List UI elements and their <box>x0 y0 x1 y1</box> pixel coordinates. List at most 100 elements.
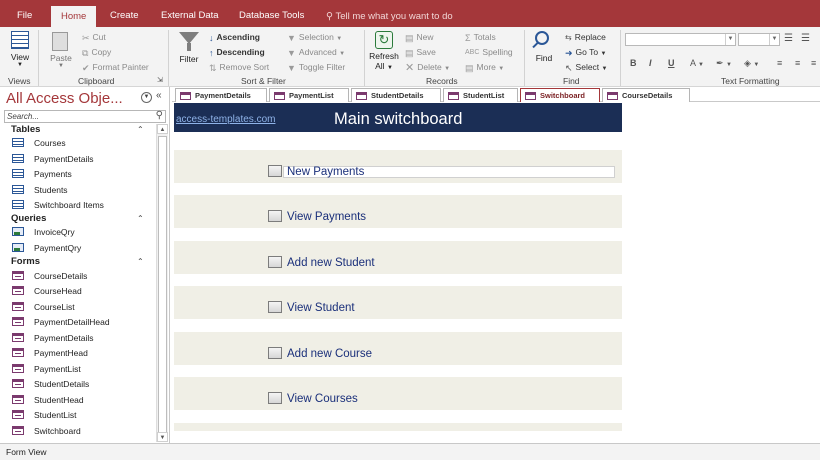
copy-button[interactable]: ⧉ Copy <box>82 45 111 59</box>
nav-item-table[interactable]: PaymentDetails <box>12 152 94 166</box>
tab-create[interactable]: Create <box>110 5 139 27</box>
save-label: Save <box>416 47 436 57</box>
font-name-combo[interactable]: ▼ <box>625 33 736 46</box>
switchboard-button[interactable] <box>268 301 282 313</box>
nav-item-form[interactable]: PaymentHead <box>12 346 88 360</box>
align-left-icon[interactable]: ≡ <box>777 58 782 68</box>
nav-item-table[interactable]: Switchboard Items <box>12 198 104 212</box>
nav-title[interactable]: All Access Obje... <box>6 90 123 107</box>
doc-tab-coursedetails[interactable]: CourseDetails <box>602 88 690 102</box>
nav-item-form[interactable]: StudentDetails <box>12 377 89 391</box>
doc-tab-paymentlist[interactable]: PaymentList <box>269 88 349 102</box>
nav-item-form[interactable]: PaymentList <box>12 362 81 376</box>
section-queries[interactable]: Queries <box>11 213 46 224</box>
goto-label: Go To <box>575 47 599 57</box>
switchboard-button[interactable] <box>268 256 282 268</box>
nav-search-input[interactable]: Search... ⚲ <box>4 110 166 123</box>
nav-item-label: Payments <box>34 169 72 179</box>
italic-button[interactable]: I <box>649 58 652 68</box>
selection-button[interactable]: ▼ Selection ▼ <box>287 30 342 44</box>
nav-item-query[interactable]: InvoiceQry <box>12 225 75 239</box>
tab-external-data[interactable]: External Data <box>161 5 219 27</box>
nav-item-form[interactable]: CourseDetails <box>12 269 87 283</box>
remove-sort-button[interactable]: ⇅ Remove Sort <box>209 60 269 74</box>
replace-button[interactable]: ⇆ Replace <box>565 30 606 44</box>
scroll-thumb[interactable] <box>158 136 167 436</box>
nav-item-form[interactable]: CourseHead <box>12 284 82 298</box>
tab-file[interactable]: File <box>17 5 32 27</box>
save-record-button[interactable]: ▤ Save <box>405 45 436 59</box>
delete-dropdown-arrow: ▼ <box>444 66 451 72</box>
numbering-icon[interactable]: ☰ <box>801 33 810 44</box>
tab-database-tools[interactable]: Database Tools <box>239 5 304 27</box>
font-color-icon[interactable]: A ▼ <box>690 58 704 68</box>
tab-home[interactable]: Home <box>51 6 97 27</box>
nav-scrollbar[interactable]: ▲ ▼ <box>156 124 168 442</box>
nav-item-form[interactable]: CourseList <box>12 300 75 314</box>
collapse-section-icon[interactable]: ⌃ <box>137 125 144 134</box>
nav-menu-chevron-icon[interactable]: ▼ <box>141 92 152 103</box>
delete-record-button[interactable]: ✕ Delete ▼ <box>405 60 450 74</box>
section-tables[interactable]: Tables <box>11 124 40 135</box>
select-button[interactable]: ↖ Select ▼ <box>565 60 608 74</box>
toggle-filter-button[interactable]: ▼ Toggle Filter <box>287 60 345 74</box>
align-right-icon[interactable]: ≡ <box>811 58 816 68</box>
nav-item-query[interactable]: PaymentQry <box>12 241 81 255</box>
bullets-icon[interactable]: ☰ <box>784 33 793 44</box>
nav-item-table[interactable]: Courses <box>12 136 66 150</box>
format-painter-button[interactable]: ✔ Format Painter <box>82 60 149 74</box>
nav-item-table[interactable]: Students <box>12 183 68 197</box>
nav-collapse-icon[interactable]: « <box>156 90 162 101</box>
descending-button[interactable]: ↑ Descending <box>209 45 265 59</box>
goto-button[interactable]: ➜ Go To ▼ <box>565 45 606 59</box>
section-forms[interactable]: Forms <box>11 256 40 267</box>
doc-tab-paymentdetails[interactable]: PaymentDetails <box>175 88 267 102</box>
nav-item-table[interactable]: Payments <box>12 167 72 181</box>
switchboard-item-label[interactable]: Add new Student <box>287 257 375 269</box>
dialog-launcher-icon[interactable]: ⇲ <box>157 76 163 84</box>
switchboard-item-label[interactable]: View Payments <box>287 211 366 223</box>
switchboard-item-label[interactable]: Add new Course <box>287 348 372 360</box>
font-size-combo[interactable]: ▼ <box>738 33 780 46</box>
ascending-button[interactable]: ↓ Ascending <box>209 30 260 44</box>
totals-button[interactable]: Σ Totals <box>465 30 496 44</box>
advanced-button[interactable]: ▼ Advanced ▼ <box>287 45 345 59</box>
nav-item-form[interactable]: StudentList <box>12 408 77 422</box>
switchboard-button[interactable] <box>268 210 282 222</box>
scroll-up-icon[interactable]: ▲ <box>157 124 168 134</box>
nav-item-form[interactable]: PaymentDetailHead <box>12 315 110 329</box>
collapse-section-icon[interactable]: ⌃ <box>137 214 144 223</box>
scroll-down-icon[interactable]: ▼ <box>157 432 168 442</box>
background-color-icon[interactable]: ◈ ▼ <box>744 58 759 69</box>
align-center-icon[interactable]: ≡ <box>795 58 800 68</box>
toggle-filter-icon: ▼ <box>287 62 296 73</box>
search-icon[interactable]: ⚲ <box>156 110 163 121</box>
switchboard-button[interactable] <box>268 165 282 177</box>
doc-tab-switchboard[interactable]: Switchboard <box>520 88 600 102</box>
doc-tab-studentdetails[interactable]: StudentDetails <box>351 88 441 102</box>
doc-tab-studentlist[interactable]: StudentList <box>443 88 518 102</box>
spelling-button[interactable]: ABC Spelling <box>465 45 513 59</box>
cut-button[interactable]: ✂ Cut <box>82 30 106 44</box>
view-icon <box>11 31 29 49</box>
funnel-stem <box>187 43 191 51</box>
bold-button[interactable]: B <box>630 58 637 68</box>
delete-x-icon: ✕ <box>405 61 415 74</box>
new-record-icon: ▤ <box>405 32 414 43</box>
nav-item-form[interactable]: StudentHead <box>12 393 84 407</box>
switchboard-button[interactable] <box>268 392 282 404</box>
collapse-section-icon[interactable]: ⌃ <box>137 257 144 266</box>
nav-item-form[interactable]: PaymentDetails <box>12 331 94 345</box>
switchboard-item-label[interactable]: View Student <box>287 302 355 314</box>
switchboard-item-label[interactable]: View Courses <box>287 393 358 405</box>
nav-item-label: PaymentHead <box>34 348 88 358</box>
tell-me-search[interactable]: ⚲ Tell me what you want to do <box>326 11 453 22</box>
new-record-button[interactable]: ▤ New <box>405 30 434 44</box>
highlight-icon[interactable]: ✒ ▼ <box>716 58 732 69</box>
underline-button[interactable]: U <box>668 58 675 68</box>
more-button[interactable]: ▤ More ▼ <box>465 60 504 74</box>
site-link[interactable]: access-templates.com <box>176 114 275 125</box>
switchboard-item-label[interactable]: New Payments <box>287 166 364 178</box>
switchboard-button[interactable] <box>268 347 282 359</box>
nav-item-form[interactable]: Switchboard <box>12 424 81 438</box>
